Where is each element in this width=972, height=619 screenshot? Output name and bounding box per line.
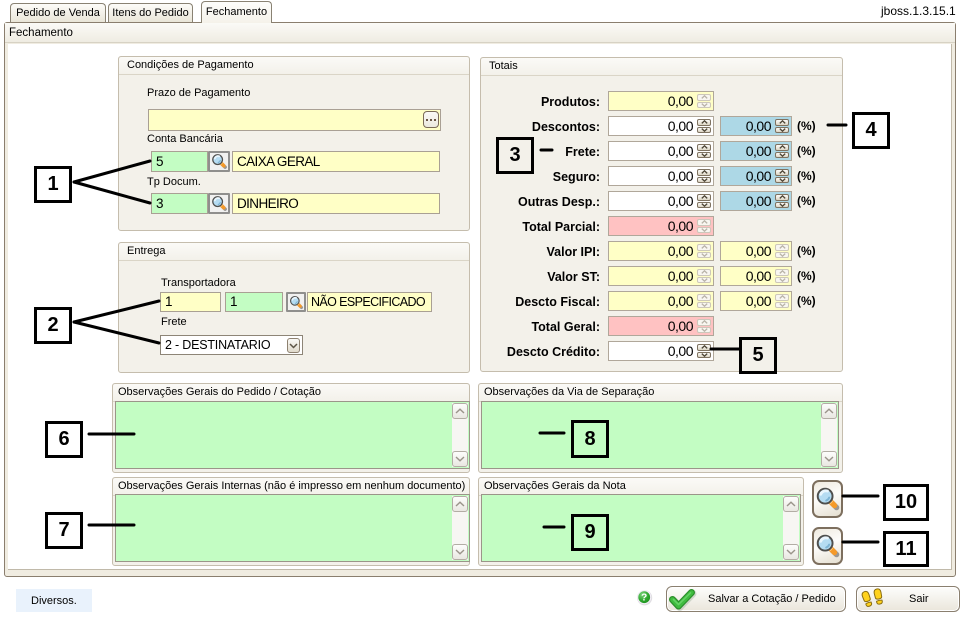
svg-text:?: ?	[641, 593, 647, 604]
